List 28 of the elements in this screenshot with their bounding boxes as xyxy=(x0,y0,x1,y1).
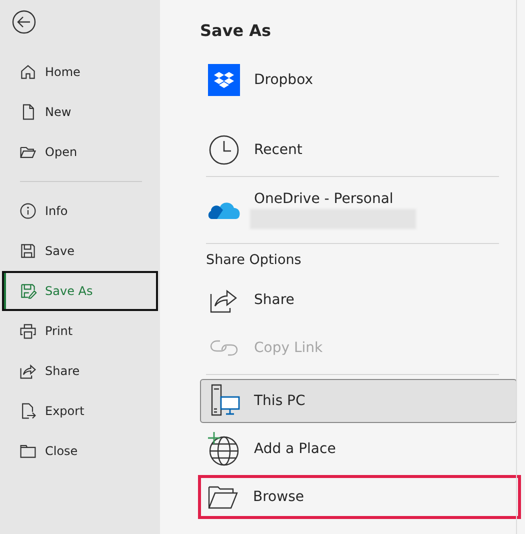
floppy-pencil-icon xyxy=(19,282,37,300)
share-icon xyxy=(19,362,37,380)
menu-item[interactable]: Close xyxy=(2,431,158,471)
location-item[interactable]: Add a Place xyxy=(200,427,517,471)
back-button[interactable] xyxy=(12,10,36,34)
location-item[interactable]: Dropbox xyxy=(200,56,517,104)
location-item[interactable]: Recent xyxy=(200,128,517,172)
section-header: Share Options xyxy=(206,252,302,268)
menu-item[interactable]: Print xyxy=(2,311,158,351)
location-item[interactable]: Share xyxy=(200,278,517,322)
menu-item[interactable]: Export xyxy=(2,391,158,431)
page-title: Save As xyxy=(200,21,272,41)
folder-icon xyxy=(19,442,37,460)
menu-item[interactable]: Home xyxy=(2,52,158,92)
menu-item[interactable]: Share xyxy=(2,351,158,391)
info-icon xyxy=(19,202,37,220)
menu-item[interactable]: Info xyxy=(2,191,158,231)
menu-item[interactable]: New xyxy=(2,92,158,132)
location-item[interactable]: Browse xyxy=(198,475,521,519)
menu-item[interactable]: Save As xyxy=(2,271,158,311)
box-stack-icon xyxy=(206,62,242,98)
menu-item[interactable]: Open xyxy=(2,132,158,172)
home-icon xyxy=(19,63,37,81)
printer-icon xyxy=(19,322,37,340)
menu-item[interactable]: Save xyxy=(2,231,158,271)
location-item[interactable]: OneDrive - Personal xyxy=(200,181,517,239)
export-icon xyxy=(19,402,37,420)
location-item[interactable]: This PC xyxy=(200,379,517,423)
